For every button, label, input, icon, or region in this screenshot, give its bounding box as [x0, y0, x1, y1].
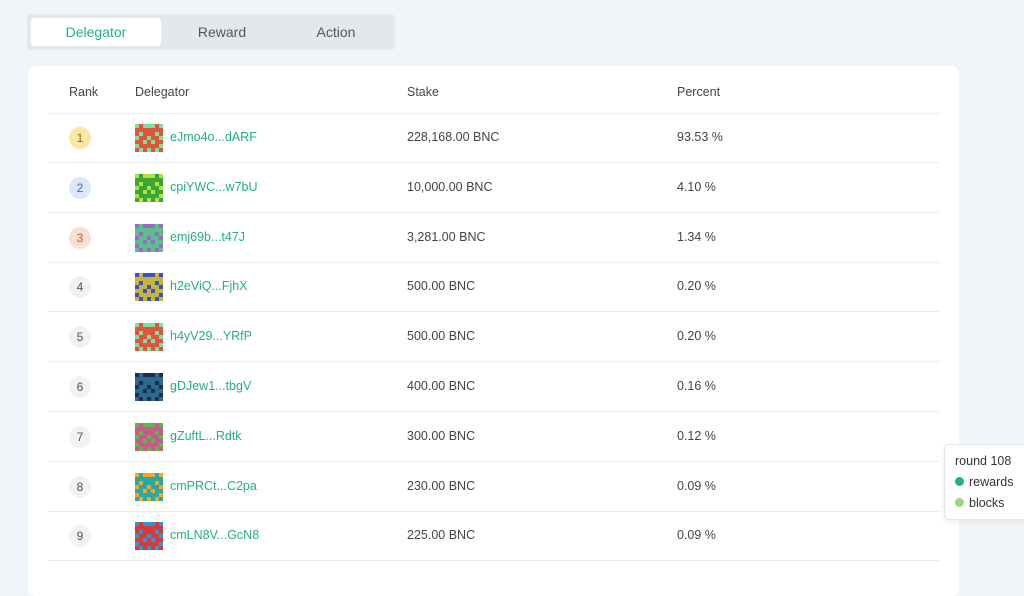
blocks-dot-icon [955, 498, 964, 508]
delegator-address-link[interactable]: h4yV29...YRfP [170, 329, 252, 343]
percent-value: 0.12 % [677, 428, 716, 443]
delegator-table: Rank Delegator Stake Percent 1 eJmo4o...d… [28, 66, 959, 596]
tab-bar: Delegator Reward Action [27, 14, 395, 50]
percent-value: 0.16 % [677, 379, 716, 393]
avatar-icon [135, 373, 163, 401]
delegator-address-link[interactable]: cpiYWC...w7bU [170, 180, 258, 194]
percent-value: 0.09 % [677, 528, 716, 543]
stake-value: 500.00 BNC [407, 329, 476, 344]
stake-value: 300.00 BNC [407, 428, 476, 443]
rank-badge: 1 [69, 127, 91, 149]
rank-badge: 9 [69, 525, 91, 548]
header-delegator: Delegator [135, 85, 190, 99]
table-row: 1 eJmo4o...dARF 228,168.00 BNC 93.53 % [48, 113, 939, 163]
percent-value: 0.09 % [677, 478, 716, 493]
table-row: 2 cpiYWC...w7bU 10,000.00 BNC 4.10 % [48, 163, 939, 213]
tooltip-title: round 108 [955, 454, 1012, 468]
tooltip-blocks: blocks [955, 496, 1004, 510]
rank-badge: 6 [69, 376, 91, 398]
avatar-icon [135, 472, 163, 501]
avatar-icon [135, 124, 163, 152]
header-rank: Rank [69, 85, 99, 99]
chart-tooltip: round 108 rewards blocks [944, 444, 1024, 520]
stake-value: 10,000.00 BNC [407, 179, 493, 194]
delegator-address-link[interactable]: h2eViQ...FjhX [170, 279, 248, 293]
rank-badge: 7 [69, 425, 91, 448]
stake-value: 500.00 BNC [407, 279, 476, 294]
table-row: 9 cmLN8V...GcN8 225.00 BNC 0.09 % [48, 511, 939, 562]
table-row: 4 h2eViQ...FjhX 500.00 BNC 0.20 % [48, 262, 939, 313]
stake-value: 400.00 BNC [407, 379, 476, 393]
tooltip-rewards-label: rewards [969, 475, 1014, 489]
avatar-icon [135, 522, 163, 551]
delegator-address-link[interactable]: cmPRCt...C2pa [170, 479, 257, 493]
delegator-address-link[interactable]: gZuftL...Rdtk [170, 429, 242, 443]
table-row: 3 emj69b...t47J 3,281.00 BNC 1.34 % [48, 213, 939, 263]
table-header: Rank Delegator Stake Percent [48, 66, 939, 114]
tab-delegator[interactable]: Delegator [31, 18, 161, 46]
rank-badge: 5 [69, 326, 91, 349]
stake-value: 228,168.00 BNC [407, 130, 500, 144]
table-row: 8 cmPRCt...C2pa 230.00 BNC 0.09 % [48, 462, 939, 512]
rewards-dot-icon [955, 477, 964, 487]
table-row: 5 h4yV29...YRfP 500.00 BNC 0.20 % [48, 312, 939, 363]
avatar-icon [135, 223, 163, 252]
tooltip-blocks-label: blocks [969, 496, 1005, 510]
table-row: 7 gZuftL...Rdtk 300.00 BNC 0.12 % [48, 412, 939, 462]
header-percent: Percent [677, 85, 721, 99]
avatar-icon [135, 273, 163, 302]
delegator-address-link[interactable]: eJmo4o...dARF [170, 130, 257, 144]
stake-value: 230.00 BNC [407, 478, 476, 493]
avatar-icon [135, 323, 163, 352]
percent-value: 93.53 % [677, 130, 723, 144]
stake-value: 3,281.00 BNC [407, 229, 486, 244]
table-row: 6 gDJew1...tbgV 400.00 BNC 0.16 % [48, 362, 939, 412]
stake-value: 225.00 BNC [407, 528, 476, 543]
rank-badge: 4 [69, 276, 91, 299]
tab-action[interactable]: Action [271, 18, 401, 46]
tab-reward[interactable]: Reward [157, 18, 287, 46]
percent-value: 4.10 % [677, 179, 716, 194]
percent-value: 1.34 % [677, 229, 716, 244]
rank-badge: 2 [69, 176, 91, 199]
header-stake: Stake [407, 85, 439, 99]
avatar-icon [135, 173, 163, 202]
rank-badge: 3 [69, 226, 91, 249]
percent-value: 0.20 % [677, 329, 716, 344]
avatar-icon [135, 422, 163, 451]
delegator-address-link[interactable]: cmLN8V...GcN8 [170, 528, 259, 542]
rank-badge: 8 [69, 475, 91, 498]
tooltip-rewards: rewards [955, 475, 1013, 489]
percent-value: 0.20 % [677, 279, 716, 294]
delegator-address-link[interactable]: gDJew1...tbgV [170, 379, 251, 393]
delegator-address-link[interactable]: emj69b...t47J [170, 230, 245, 244]
